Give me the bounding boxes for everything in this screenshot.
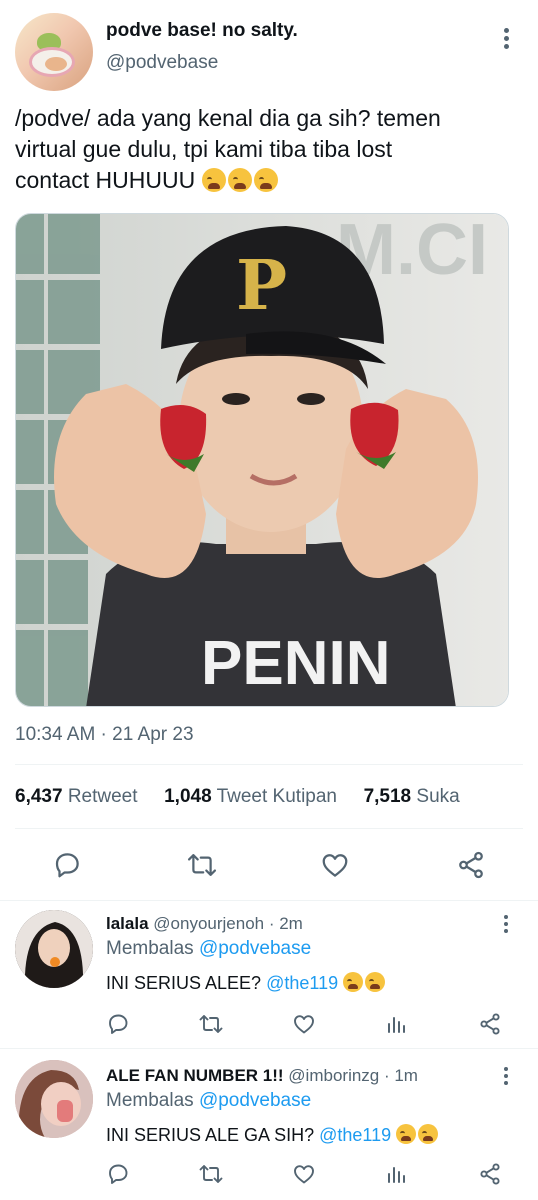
reply-display-name[interactable]: ALE FAN NUMBER 1!! bbox=[106, 1066, 284, 1085]
author-handle[interactable]: @podvebase bbox=[106, 52, 218, 74]
retweet-icon[interactable] bbox=[198, 1012, 224, 1036]
mention-link[interactable]: @the119 bbox=[319, 1125, 391, 1145]
reply-item[interactable]: lalala @onyourjenoh · 2m Membalas @podve… bbox=[0, 900, 538, 1048]
reply-item[interactable]: ALE FAN NUMBER 1!! @imborinzg · 1m Memba… bbox=[0, 1048, 538, 1200]
retweet-icon[interactable] bbox=[198, 1162, 224, 1186]
reply-icon[interactable] bbox=[106, 1012, 130, 1036]
photo-illustration: .M.CI PENIN P bbox=[16, 214, 508, 706]
reply-more-options-icon[interactable] bbox=[500, 1064, 514, 1090]
avatar[interactable] bbox=[15, 1060, 93, 1138]
tweet-text-line: /podve/ ada yang kenal dia ga sih? temen bbox=[15, 105, 441, 131]
reply-display-name[interactable]: lalala bbox=[106, 914, 149, 933]
reply-author: lalala @onyourjenoh · 2m bbox=[106, 914, 303, 934]
reply-icon[interactable] bbox=[52, 850, 82, 880]
tweet-stats: 6,437 Retweet 1,048 Tweet Kutipan 7,518 … bbox=[15, 786, 460, 808]
reply-author: ALE FAN NUMBER 1!! @imborinzg · 1m bbox=[106, 1066, 418, 1086]
loudly-crying-face-icon bbox=[253, 168, 278, 192]
tweet-photo[interactable]: .M.CI PENIN P bbox=[15, 213, 509, 707]
share-icon[interactable] bbox=[478, 1162, 502, 1186]
tweet-timestamp[interactable]: 10:34 AM · 21 Apr 23 bbox=[15, 724, 194, 746]
loudly-crying-face-icon bbox=[201, 168, 226, 192]
divider bbox=[15, 764, 523, 765]
tweet-text-line: virtual gue dulu, tpi kami tiba tiba los… bbox=[15, 136, 393, 162]
avatar[interactable] bbox=[15, 910, 93, 988]
loudly-crying-face-icon bbox=[227, 168, 252, 192]
like-label[interactable]: Suka bbox=[416, 786, 459, 807]
reply-text: INI SERIUS ALE GA SIH? @the119 bbox=[106, 1124, 440, 1146]
quote-count[interactable]: 1,048 bbox=[164, 786, 212, 807]
replying-to: Membalas @podvebase bbox=[106, 938, 312, 959]
reply-handle-time[interactable]: @imborinzg · 1m bbox=[288, 1066, 418, 1085]
svg-text:PENIN: PENIN bbox=[201, 629, 390, 698]
like-icon[interactable] bbox=[292, 1162, 316, 1186]
analytics-icon[interactable] bbox=[386, 1162, 408, 1186]
avatar-illustration bbox=[15, 910, 93, 988]
tweet-text-line-3: contact HUHUUU bbox=[15, 165, 525, 196]
quote-label[interactable]: Tweet Kutipan bbox=[217, 786, 337, 807]
loudly-crying-face-icon bbox=[418, 1124, 439, 1144]
like-icon[interactable] bbox=[292, 1012, 316, 1036]
analytics-icon[interactable] bbox=[386, 1012, 408, 1036]
like-count[interactable]: 7,518 bbox=[364, 786, 412, 807]
loudly-crying-face-icon bbox=[365, 972, 386, 992]
retweet-icon[interactable] bbox=[186, 850, 218, 880]
avatar-illustration bbox=[15, 1060, 93, 1138]
author-display-name[interactable]: podve base! no salty. bbox=[106, 20, 298, 42]
author-avatar[interactable] bbox=[15, 13, 93, 91]
like-icon[interactable] bbox=[320, 850, 350, 880]
share-icon[interactable] bbox=[456, 850, 486, 880]
reply-handle-time[interactable]: @onyourjenoh · 2m bbox=[153, 914, 303, 933]
mention-link[interactable]: @the119 bbox=[266, 973, 338, 993]
share-icon[interactable] bbox=[478, 1012, 502, 1036]
replying-to-link[interactable]: @podvebase bbox=[199, 938, 311, 959]
retweet-label[interactable]: Retweet bbox=[68, 786, 138, 807]
divider bbox=[15, 828, 523, 829]
loudly-crying-face-icon bbox=[343, 972, 364, 992]
reply-icon[interactable] bbox=[106, 1162, 130, 1186]
retweet-count[interactable]: 6,437 bbox=[15, 786, 63, 807]
more-options-icon[interactable] bbox=[500, 24, 514, 52]
loudly-crying-face-icon bbox=[396, 1124, 417, 1144]
replying-to-link[interactable]: @podvebase bbox=[199, 1090, 311, 1111]
reply-text: INI SERIUS ALEE? @the119 bbox=[106, 972, 387, 994]
svg-text:P: P bbox=[236, 246, 287, 326]
replying-to: Membalas @podvebase bbox=[106, 1090, 312, 1111]
tweet-text: /podve/ ada yang kenal dia ga sih? temen… bbox=[15, 103, 525, 196]
reply-more-options-icon[interactable] bbox=[500, 912, 514, 938]
